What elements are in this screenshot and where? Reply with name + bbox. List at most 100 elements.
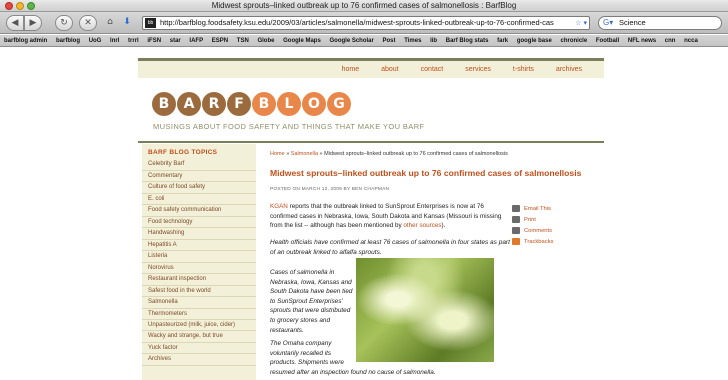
bookmarks-bar: barfblog admin barfblog UoG lnrl trrrl i… [0,35,728,47]
trackbacks-link[interactable]: Trackbacks [512,237,582,248]
bookmark-item[interactable]: lnrl [110,38,119,44]
source-link[interactable]: KGAN [270,203,288,210]
sidebar-heading: BARF BLOG TOPICS [148,149,218,156]
sidebar-item-norovirus[interactable]: Norovirus [142,263,256,274]
breadcrumb-home[interactable]: Home [270,151,285,157]
forward-button[interactable]: ▶ [24,15,42,31]
post-meta: POSTED ON MARCH 12, 2009 BY BEN CHAPMAN [270,187,390,192]
nav-home[interactable]: home [342,66,360,73]
header-divider [138,141,604,143]
sidebar-item-yuck-factor[interactable]: Yuck factor [142,343,256,354]
url-text[interactable]: http://barfblog.foodsafety.ksu.edu/2009/… [160,18,554,27]
sidebar-item-culture-of-food-safety[interactable]: Culture of food safety [142,182,256,194]
logo-letter: L [277,92,301,116]
breadcrumb-separator: » [286,151,290,157]
sidebar-item-thermometers[interactable]: Thermometers [142,309,256,320]
download-button[interactable]: ⬇ [121,15,133,31]
bookmark-item[interactable]: IAFP [189,38,203,44]
print-icon [512,215,520,223]
reload-icon: ↻ [60,18,68,28]
post-tools: Email This Print Comments Trackbacks [512,204,582,248]
bookmark-item[interactable]: trrrl [128,38,139,44]
quote-paragraph: The Omaha company voluntarily recalled i… [270,340,344,367]
site-logo[interactable]: BARFBLOG [152,92,352,118]
quote-paragraph: Health officials have confirmed at least… [270,239,510,256]
back-arrow-icon: ◀ [11,18,19,28]
sidebar-item-salmonella[interactable]: Salmonella [142,297,256,309]
print-link[interactable]: Print [512,215,582,226]
post-title[interactable]: Midwest sprouts–linked outbreak up to 76… [270,168,604,178]
bookmark-item[interactable]: barfblog [56,38,80,44]
bookmark-item[interactable]: iFSN [147,38,161,44]
bookmark-item[interactable]: ncca [684,38,698,44]
sidebar-item-food-safety-communication[interactable]: Food safety communication [142,205,256,217]
bookmark-item[interactable]: Barf Blog stats [446,38,489,44]
sidebar-item-archives[interactable]: Archives [142,354,256,366]
tool-label: Comments [524,228,553,234]
logo-letter: A [177,92,201,116]
sidebar-item-celebrity-barf[interactable]: Celebrity Barf [142,159,256,171]
bookmark-item[interactable]: ESPN [212,38,228,44]
body-text: ). [441,222,446,230]
bookmark-item[interactable]: Post [383,38,396,44]
sidebar-item-food-technology[interactable]: Food technology [142,217,256,228]
bookmark-item[interactable]: Google Maps [283,38,321,44]
sidebar-item-e-coli[interactable]: E. coli [142,194,256,205]
sidebar-item-wacky-and-strange[interactable]: Wacky and strange, but true [142,331,256,343]
bookmark-item[interactable]: lib [430,38,437,44]
bookmark-item[interactable]: UoG [89,38,102,44]
site-nav: home about contact services t-shirts archives [138,61,604,78]
search-engine-icon[interactable]: G▾ [603,17,613,29]
comments-link[interactable]: Comments [512,226,582,237]
logo-letter: O [302,92,326,116]
breadcrumb-category[interactable]: Salmonella [291,151,318,157]
tool-label: Trackbacks [524,239,554,245]
bookmark-item[interactable]: barfblog admin [4,38,47,44]
nav-contact[interactable]: contact [421,66,444,73]
topics-sidebar: BARF BLOG TOPICS Celebrity Barf Commenta… [142,144,256,380]
other-sources-link[interactable]: other sources [403,222,441,229]
bookmark-item[interactable]: chronicle [561,38,588,44]
bookmark-item[interactable]: TSN [237,38,249,44]
bookmark-item[interactable]: Football [596,38,619,44]
sidebar-item-commentary[interactable]: Commentary [142,171,256,182]
sidebar-item-safest-food[interactable]: Safest food in the world [142,286,256,297]
stop-icon: ✕ [84,18,92,28]
site-favicon: bb [145,18,156,28]
sidebar-item-unpasteurized[interactable]: Unpasteurized (milk, juice, cider) [142,320,256,331]
search-field[interactable]: G▾ Science [598,16,722,30]
back-button[interactable]: ◀ [6,15,24,31]
home-button[interactable]: ⌂ [103,15,117,31]
sidebar-item-handwashing[interactable]: Handwashing [142,228,256,240]
tool-label: Print [524,217,536,223]
bookmark-item[interactable]: cnn [665,38,676,44]
body-text: reports that the outbreak linked to SunS… [270,203,502,230]
bookmark-item[interactable]: Google Scholar [329,38,373,44]
nav-about[interactable]: about [381,66,399,73]
logo-letter: R [202,92,226,116]
logo-letter: B [252,92,276,116]
nav-services[interactable]: services [465,66,491,73]
trackback-icon [512,237,520,245]
search-value[interactable]: Science [619,18,646,27]
bookmark-item[interactable]: star [170,38,181,44]
bookmark-star-icon[interactable]: ☆ ▾ [575,18,587,29]
site-tagline: MUSINGS ABOUT FOOD SAFETY AND THINGS THA… [153,122,425,131]
download-icon: ⬇ [123,17,131,27]
email-this-link[interactable]: Email This [512,204,582,215]
bookmark-item[interactable]: fark [497,38,508,44]
sidebar-item-listeria[interactable]: Listeria [142,251,256,263]
bookmark-item[interactable]: Globe [257,38,274,44]
sidebar-item-restaurant-inspection[interactable]: Restaurant inspection [142,274,256,286]
nav-archives[interactable]: archives [556,66,582,73]
stop-button[interactable]: ✕ [79,15,97,31]
post-body-paragraph: KGAN reports that the outbreak linked to… [270,202,508,231]
bookmark-item[interactable]: google base [517,38,552,44]
sidebar-item-hepatitis-a[interactable]: Hepatitis A [142,240,256,251]
nav-t-shirts[interactable]: t-shirts [513,66,534,73]
bookmark-item[interactable]: Times [404,38,421,44]
window-title: Midwest sprouts–linked outbreak up to 76… [211,1,517,10]
reload-button[interactable]: ↻ [55,15,73,31]
bookmark-item[interactable]: NFL news [628,38,656,44]
address-bar[interactable]: bb http://barfblog.foodsafety.ksu.edu/200… [142,16,590,30]
